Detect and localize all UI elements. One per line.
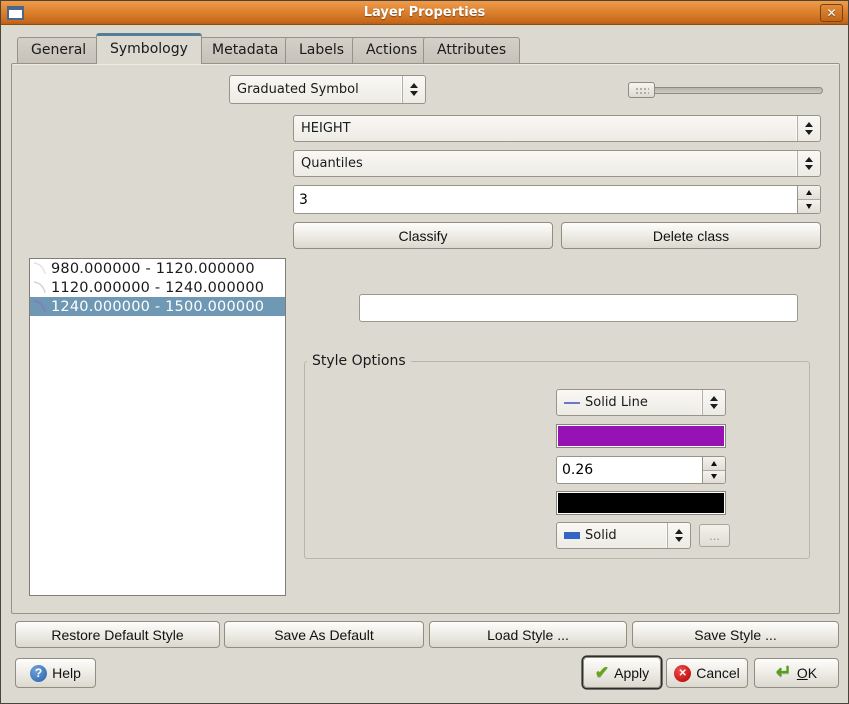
class-range-text: 1240.000000 - 1500.000000: [51, 299, 264, 315]
titlebar[interactable]: Layer Properties ✕: [1, 1, 848, 25]
apply-label: Apply: [614, 665, 649, 681]
class-range-list[interactable]: 980.000000 - 1120.000000 1120.000000 - 1…: [29, 258, 286, 596]
number-of-classes-input[interactable]: [294, 186, 797, 213]
spin-down-icon[interactable]: [798, 199, 820, 213]
line-symbol-icon: [30, 298, 51, 315]
solid-line-icon: [564, 402, 580, 404]
cancel-label: Cancel: [696, 665, 740, 681]
spin-up-icon[interactable]: [798, 186, 820, 199]
spin-up-icon[interactable]: [703, 457, 725, 470]
ok-label: OK: [797, 665, 817, 681]
transparency-slider[interactable]: [628, 82, 823, 98]
outline-style-value: Solid Line: [585, 395, 648, 410]
ok-return-icon: ↵: [776, 666, 792, 680]
window-title: Layer Properties: [1, 5, 848, 20]
list-item-selected[interactable]: 1240.000000 - 1500.000000: [30, 297, 285, 316]
mode-value: Quantiles: [301, 156, 363, 171]
list-item[interactable]: 980.000000 - 1120.000000: [30, 259, 285, 278]
mode-combo[interactable]: Quantiles: [293, 150, 821, 177]
legend-type-combo[interactable]: Graduated Symbol: [229, 75, 426, 104]
layer-properties-dialog: Layer Properties ✕ General Symbology Met…: [0, 0, 849, 704]
chevron-updown-icon: [702, 390, 725, 415]
chevron-updown-icon: [667, 523, 690, 548]
line-symbol-icon: [30, 279, 51, 296]
label-input[interactable]: [359, 294, 798, 322]
class-range-text: 980.000000 - 1120.000000: [51, 261, 255, 277]
tab-labels[interactable]: Labels: [285, 37, 358, 63]
class-range-text: 1120.000000 - 1240.000000: [51, 280, 264, 296]
classification-field-combo[interactable]: HEIGHT: [293, 115, 821, 142]
tab-general[interactable]: General: [17, 37, 100, 63]
help-button[interactable]: ? Help: [15, 658, 96, 688]
spin-down-icon[interactable]: [703, 470, 725, 484]
restore-default-style-button[interactable]: Restore Default Style: [15, 621, 220, 648]
load-style-button[interactable]: Load Style ...: [429, 621, 627, 648]
ok-button[interactable]: ↵ OK: [754, 658, 839, 688]
slider-handle[interactable]: [628, 82, 655, 98]
chevron-updown-icon: [402, 76, 425, 103]
chevron-updown-icon: [797, 151, 820, 176]
list-item[interactable]: 1120.000000 - 1240.000000: [30, 278, 285, 297]
tab-attributes[interactable]: Attributes: [423, 37, 520, 63]
fill-color-swatch[interactable]: [556, 491, 726, 515]
outline-style-combo[interactable]: Solid Line: [556, 389, 726, 416]
legend-type-value: Graduated Symbol: [237, 82, 359, 97]
outline-width-stepper[interactable]: [556, 456, 726, 484]
solid-fill-icon: [564, 532, 580, 539]
classification-field-value: HEIGHT: [301, 121, 351, 136]
slider-groove[interactable]: [628, 87, 823, 94]
cancel-x-icon: ✕: [674, 665, 691, 682]
line-symbol-icon: [30, 260, 51, 277]
fill-style-value: Solid: [585, 528, 617, 543]
tab-metadata[interactable]: Metadata: [198, 37, 292, 63]
style-options-title: Style Options: [307, 353, 411, 369]
outline-width-input[interactable]: [557, 457, 702, 483]
cancel-button[interactable]: ✕ Cancel: [666, 658, 748, 688]
save-as-default-button[interactable]: Save As Default: [224, 621, 424, 648]
number-of-classes-stepper[interactable]: [293, 185, 821, 214]
chevron-updown-icon: [797, 116, 820, 141]
outline-color-swatch[interactable]: [556, 424, 726, 448]
help-icon: ?: [30, 665, 47, 682]
tab-actions[interactable]: Actions: [352, 37, 431, 63]
save-style-button[interactable]: Save Style ...: [632, 621, 839, 648]
fill-style-combo[interactable]: Solid: [556, 522, 691, 549]
classify-button[interactable]: Classify: [293, 222, 553, 249]
fill-style-more-button[interactable]: ...: [699, 524, 730, 547]
close-icon[interactable]: ✕: [820, 4, 843, 22]
tab-symbology[interactable]: Symbology: [96, 33, 202, 64]
apply-button[interactable]: ✔ Apply: [583, 657, 661, 688]
apply-check-icon: ✔: [595, 663, 609, 683]
delete-class-button[interactable]: Delete class: [561, 222, 821, 249]
help-label: Help: [52, 665, 81, 681]
